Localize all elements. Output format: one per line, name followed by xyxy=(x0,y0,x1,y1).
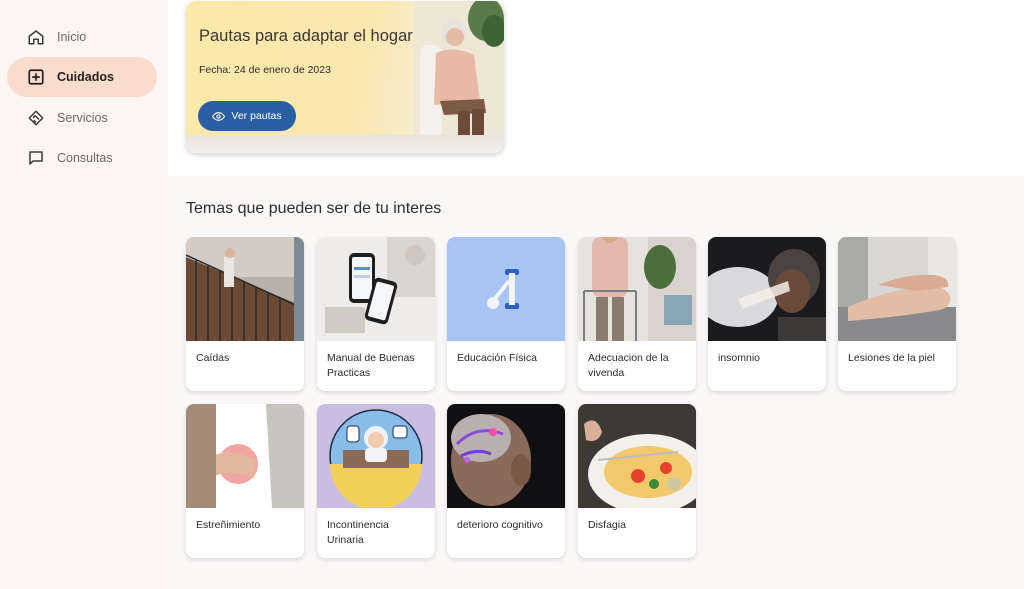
topic-thumbnail xyxy=(447,237,565,341)
topic-thumbnail xyxy=(317,404,435,508)
topic-card-insomnio[interactable]: insomnio xyxy=(708,237,826,391)
handshake-icon xyxy=(27,109,45,127)
topic-card-lesiones-piel[interactable]: Lesiones de la piel xyxy=(838,237,956,391)
topic-thumbnail xyxy=(186,404,304,508)
topic-thumbnail xyxy=(186,237,304,341)
topic-card-incontinencia-urinaria[interactable]: Incontinencia Urinaria xyxy=(317,404,435,558)
topic-thumbnail xyxy=(708,237,826,341)
topic-card-caidas[interactable]: Caídas xyxy=(186,237,304,391)
topic-card-adecuacion-vivenda[interactable]: Adecuacion de la vivenda xyxy=(578,237,696,391)
elderly-woman-illustration xyxy=(414,1,504,153)
ver-pautas-label: Ver pautas xyxy=(231,110,282,122)
topic-card-educacion-fisica[interactable]: Educación Física xyxy=(447,237,565,391)
sidebar-item-label: Inicio xyxy=(57,30,87,44)
plus-square-icon xyxy=(27,68,45,86)
topic-label: Adecuacion de la vivenda xyxy=(588,352,669,379)
sidebar-item-cuidados[interactable]: Cuidados xyxy=(7,57,157,97)
topic-label: Lesiones de la piel xyxy=(848,352,935,364)
hero-title: Pautas para adaptar el hogar xyxy=(199,27,413,45)
hero-card[interactable]: Pautas para adaptar el hogar Fecha: 24 d… xyxy=(186,1,504,153)
hero-date: Fecha: 24 de enero de 2023 xyxy=(199,64,331,76)
home-icon xyxy=(27,28,45,46)
ver-pautas-button[interactable]: Ver pautas xyxy=(198,101,296,131)
topic-label: Educación Física xyxy=(457,352,537,364)
topic-label: Manual de Buenas Practicas xyxy=(327,352,415,379)
topic-card-deterioro-cognitivo[interactable]: deterioro cognitivo xyxy=(447,404,565,558)
sidebar-item-label: Consultas xyxy=(57,151,113,165)
topic-label: Incontinencia Urinaria xyxy=(327,519,389,546)
topic-thumbnail xyxy=(838,237,956,341)
topic-label: Disfagia xyxy=(588,519,626,531)
topic-label: Estreñimiento xyxy=(196,519,261,531)
topic-thumbnail xyxy=(447,404,565,508)
topic-label: deterioro cognitivo xyxy=(457,519,543,531)
chat-icon xyxy=(27,149,45,167)
eye-icon xyxy=(212,111,226,121)
sidebar-item-consultas[interactable]: Consultas xyxy=(7,138,157,178)
topic-card-disfagia[interactable]: Disfagia xyxy=(578,404,696,558)
sidebar-item-servicios[interactable]: Servicios xyxy=(7,98,157,138)
hero-floor xyxy=(186,135,504,153)
topic-card-manual-buenas-practicas[interactable]: Manual de Buenas Practicas xyxy=(317,237,435,391)
sidebar: Inicio Cuidados Servicios Consultas xyxy=(0,0,168,589)
sidebar-item-label: Cuidados xyxy=(57,70,114,84)
topic-thumbnail xyxy=(578,237,696,341)
topic-label: Caídas xyxy=(196,352,230,364)
topic-card-estrenimiento[interactable]: Estreñimiento xyxy=(186,404,304,558)
topic-label: insomnio xyxy=(718,352,761,364)
topic-thumbnail xyxy=(317,237,435,341)
sidebar-item-label: Servicios xyxy=(57,111,108,125)
sidebar-item-inicio[interactable]: Inicio xyxy=(7,17,157,57)
topics-section-title: Temas que pueden ser de tu interes xyxy=(186,200,442,217)
topic-thumbnail xyxy=(578,404,696,508)
